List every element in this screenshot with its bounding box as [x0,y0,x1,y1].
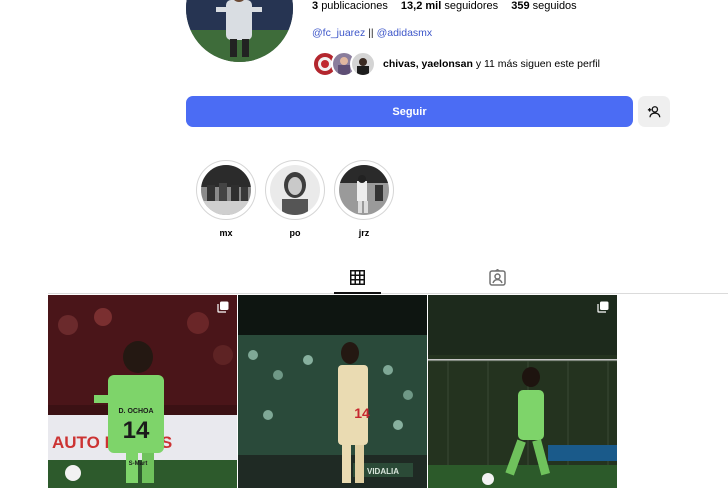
jersey-number: 14 [354,405,370,421]
highlight-cover [201,165,251,215]
follower-avatar [350,51,376,77]
jersey-number: 14 [123,417,150,444]
post-image [428,295,617,488]
post-image: AUTO PARTES D. OCHOA 14 S-Mart [48,295,237,488]
highlight-cover [270,165,320,215]
highlight-mx[interactable]: mx [196,160,256,238]
post-image: VIDALIA 14 [238,295,427,488]
jersey-sponsor: S-Mart [129,461,148,467]
post-banner-text: VIDALIA [367,467,399,476]
highlight-label: mx [219,228,233,238]
profile-stats: 3 publicaciones 13,2 mil seguidores 359 … [312,0,587,12]
suggest-accounts-button[interactable] [638,96,670,127]
tagged-icon [488,268,506,286]
highlight-jrz[interactable]: jrz [334,160,394,238]
bio-links: @fc_juarez || @adidasmx [312,27,432,39]
grid-icon [349,269,365,285]
post-thumbnail[interactable] [428,295,617,488]
post-thumbnail[interactable]: AUTO PARTES D. OCHOA 14 S-Mart [48,295,237,488]
profile-avatar[interactable] [186,0,293,62]
bio-link-fc-juarez[interactable]: @fc_juarez [312,27,365,39]
multiple-images-icon [217,301,229,313]
follow-button[interactable]: Seguir [186,96,633,127]
jersey-name: D. OCHOA [119,408,154,415]
following-stat[interactable]: 359 seguidos [511,0,576,12]
bio-link-adidasmx[interactable]: @adidasmx [377,27,433,39]
highlight-label: po [289,228,301,238]
followed-by-text: chivas, yaelonsan y 11 más siguen este p… [383,58,600,70]
followed-by[interactable]: chivas, yaelonsan y 11 más siguen este p… [312,51,600,77]
post-thumbnail[interactable]: VIDALIA 14 [238,295,427,488]
followers-stat[interactable]: 13,2 mil seguidores [401,0,498,12]
active-tab-indicator [334,292,381,294]
tab-posts[interactable] [345,265,369,289]
add-person-icon [647,105,661,117]
multiple-images-icon [597,301,609,313]
highlight-po[interactable]: po [265,160,325,238]
highlight-ring [196,160,256,220]
highlight-ring [265,160,325,220]
bio-separator: || [368,27,374,39]
highlight-label: jrz [358,228,370,238]
tabs-divider [48,293,728,294]
posts-stat: 3 publicaciones [312,0,388,12]
highlight-ring [334,160,394,220]
tab-tagged[interactable] [485,265,509,289]
highlight-cover [339,165,389,215]
